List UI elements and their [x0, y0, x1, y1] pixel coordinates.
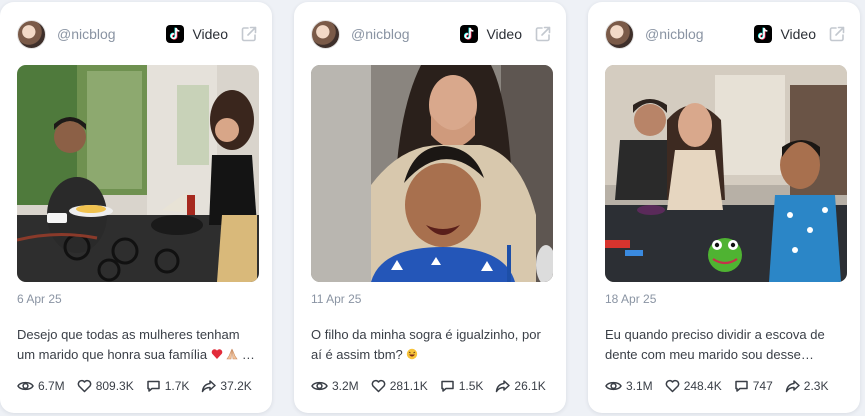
shares-stat: 37.2K	[201, 379, 252, 393]
heart-icon	[371, 379, 386, 393]
shares-count: 26.1K	[514, 379, 546, 393]
eye-icon	[17, 381, 34, 391]
likes-count: 809.3K	[95, 379, 134, 393]
video-thumbnail[interactable]	[311, 65, 553, 282]
post-caption: Desejo que todas as mulheres tenham um m…	[17, 327, 255, 362]
tiktok-icon	[166, 25, 185, 43]
tiktok-icon	[460, 25, 479, 43]
views-count: 3.1M	[626, 379, 653, 393]
likes-stat: 281.1K	[371, 379, 428, 393]
engagement-stats: 6.7M 809.3K 1.7K 37.2K	[17, 379, 264, 393]
eye-icon	[311, 381, 328, 391]
engagement-stats: 3.1M 248.4K 747 2.3K	[605, 379, 840, 393]
post-card[interactable]: @nicblog Video 11 Apr 25 O filho da minh…	[294, 2, 566, 413]
views-stat: 3.2M	[311, 379, 359, 393]
likes-count: 248.4K	[683, 379, 722, 393]
avatar[interactable]	[311, 19, 340, 49]
video-thumbnail[interactable]	[17, 65, 259, 282]
comments-stat: 1.7K	[146, 379, 190, 393]
media-type-label: Video	[486, 26, 522, 42]
post-card[interactable]: @nicblog Video	[588, 2, 860, 413]
heart-icon	[665, 379, 680, 393]
comments-stat: 747	[734, 379, 773, 393]
card-header: @nicblog Video	[605, 19, 846, 49]
praying-hands-emoji	[226, 348, 238, 360]
views-stat: 3.1M	[605, 379, 653, 393]
laughing-emoji	[407, 348, 418, 360]
video-thumbnail[interactable]	[605, 65, 847, 282]
post-date: 18 Apr 25	[605, 292, 657, 306]
share-icon	[496, 380, 511, 393]
comment-icon	[146, 380, 160, 392]
eye-icon	[605, 381, 622, 391]
comments-count: 747	[752, 379, 773, 393]
share-icon	[202, 380, 217, 393]
comment-icon	[734, 380, 748, 392]
views-count: 3.2M	[332, 379, 359, 393]
external-link-icon[interactable]	[534, 25, 552, 43]
post-caption: Eu quando preciso dividir a escova de de…	[605, 327, 825, 362]
post-date: 6 Apr 25	[17, 292, 62, 306]
shares-stat: 2.3K	[785, 379, 829, 393]
external-link-icon[interactable]	[828, 25, 846, 43]
post-date: 11 Apr 25	[311, 292, 362, 306]
comments-stat: 1.5K	[440, 379, 484, 393]
post-card[interactable]: @nicblog Video	[0, 2, 272, 413]
likes-count: 281.1K	[389, 379, 428, 393]
share-icon	[785, 380, 800, 393]
likes-stat: 248.4K	[665, 379, 722, 393]
avatar[interactable]	[17, 19, 46, 49]
views-stat: 6.7M	[17, 379, 65, 393]
engagement-stats: 3.2M 281.1K 1.5K 26.1K	[311, 379, 558, 393]
media-type-label: Video	[192, 26, 228, 42]
author-handle[interactable]: @nicblog	[57, 26, 166, 42]
post-caption: O filho da minha sogra é igualzinho, por…	[311, 327, 541, 362]
shares-count: 37.2K	[220, 379, 252, 393]
external-link-icon[interactable]	[240, 25, 258, 43]
comment-icon	[440, 380, 454, 392]
likes-stat: 809.3K	[77, 379, 134, 393]
card-header: @nicblog Video	[17, 19, 258, 49]
tiktok-icon	[754, 25, 773, 43]
heart-icon	[77, 379, 92, 393]
red-heart-emoji	[211, 349, 222, 359]
media-type-label: Video	[780, 26, 816, 42]
avatar[interactable]	[605, 19, 634, 49]
author-handle[interactable]: @nicblog	[645, 26, 754, 42]
comments-count: 1.7K	[164, 379, 190, 393]
card-header: @nicblog Video	[311, 19, 552, 49]
author-handle[interactable]: @nicblog	[351, 26, 460, 42]
shares-stat: 26.1K	[495, 379, 546, 393]
comments-count: 1.5K	[458, 379, 484, 393]
shares-count: 2.3K	[803, 379, 829, 393]
views-count: 6.7M	[38, 379, 65, 393]
